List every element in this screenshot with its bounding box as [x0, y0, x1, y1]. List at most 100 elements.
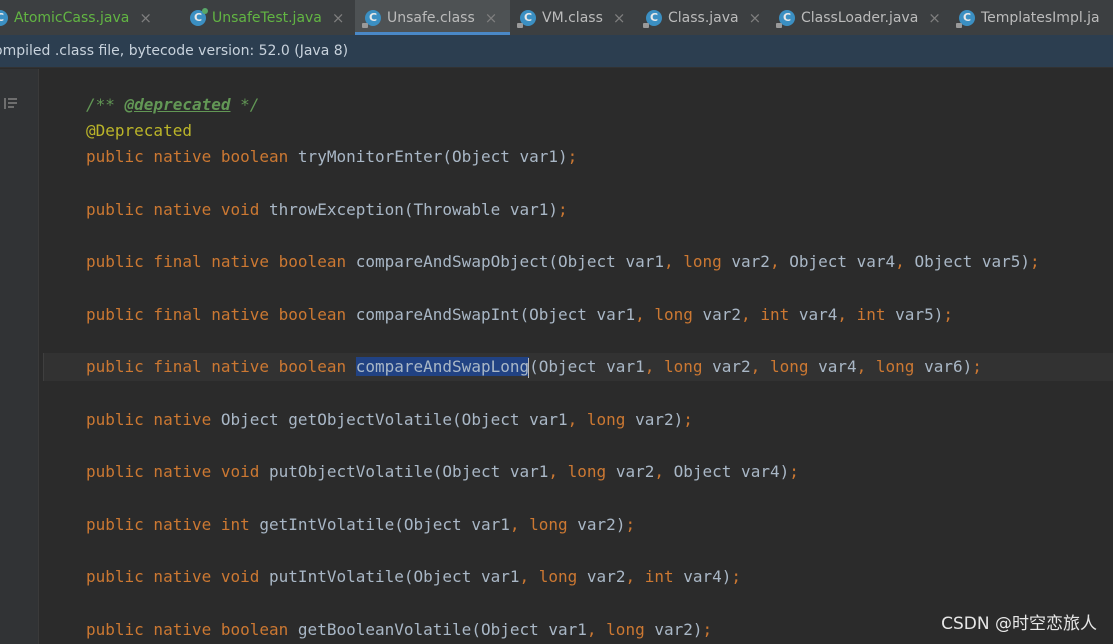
code-editor[interactable]: /** @deprecated */ @Deprecated public na…: [39, 69, 1113, 644]
method-name: compareAndSwapObject: [355, 252, 549, 271]
keywords: public final native boolean: [86, 305, 356, 324]
semicolon: ;: [943, 305, 953, 324]
comma: ,: [750, 357, 770, 376]
arg: var2): [635, 410, 684, 429]
tab-templatesimpl-java[interactable]: C TemplatesImpl.ja: [949, 0, 1113, 35]
reader-mode-icon-line: [8, 106, 14, 108]
java-class-icon: C: [643, 9, 662, 28]
tab-class-java[interactable]: C Class.java ×: [636, 0, 769, 35]
java-abstract-class-icon: C: [776, 9, 795, 28]
signature: putObjectVolatile(Object var1: [269, 462, 549, 481]
arg: (Object var1: [519, 305, 636, 324]
arg: (Object var1: [548, 252, 664, 271]
java-class-icon: C: [362, 9, 381, 28]
arg: var2): [654, 620, 703, 639]
arg: var4: [798, 305, 838, 324]
comma: ,: [586, 620, 607, 639]
close-icon[interactable]: ×: [485, 9, 498, 27]
decompiled-file-banner: ompiled .class file, bytecode version: 5…: [0, 35, 1113, 68]
reader-mode-icon-line: [8, 102, 17, 104]
comma: ,: [509, 515, 530, 534]
code-line: public native void putIntVolatile(Object…: [86, 565, 741, 589]
tab-classloader-java[interactable]: C ClassLoader.java ×: [769, 0, 949, 35]
arg: var2: [712, 357, 751, 376]
comma: ,: [567, 410, 587, 429]
code-line: public final native boolean compareAndSw…: [86, 250, 1040, 274]
comma: ,: [548, 462, 568, 481]
type-keyword: long: [606, 620, 655, 639]
signature: tryMonitorEnter(Object var1): [297, 147, 568, 166]
keywords: public native void: [86, 567, 270, 586]
comma: ,: [635, 305, 655, 324]
tab-label: AtomicCass.java: [14, 9, 130, 26]
banner-text: ompiled .class file, bytecode version: 5…: [0, 43, 349, 59]
arg: Object var4: [789, 252, 896, 271]
keywords: public native boolean: [86, 147, 298, 166]
arg: var6): [924, 357, 973, 376]
java-runnable-class-icon: C: [190, 7, 208, 26]
signature: getIntVolatile(Object var1: [259, 515, 510, 534]
editor-gutter: [0, 69, 39, 644]
code-line: public native boolean getBooleanVolatile…: [86, 618, 712, 642]
semicolon: ;: [683, 410, 693, 429]
semicolon: ;: [558, 200, 568, 219]
tab-atomiccass-java[interactable]: C AtomicCass.java ×: [0, 0, 180, 35]
code-line: public native boolean tryMonitorEnter(Ob…: [86, 145, 577, 169]
close-icon[interactable]: ×: [928, 9, 941, 27]
comma: ,: [895, 252, 915, 271]
type-keyword: long: [683, 252, 732, 271]
tab-label: UnsafeTest.java: [212, 9, 322, 26]
code-line: @Deprecated: [86, 119, 192, 143]
arg: var5): [895, 305, 944, 324]
semicolon: ;: [1030, 252, 1040, 271]
comma: ,: [644, 357, 664, 376]
comma: ,: [856, 357, 876, 376]
keywords: public final native boolean: [86, 357, 356, 376]
semicolon: ;: [625, 515, 636, 534]
close-icon[interactable]: ×: [613, 9, 626, 27]
code-line: public native void throwException(Throwa…: [86, 198, 568, 222]
arg: var2: [615, 462, 655, 481]
close-icon[interactable]: ×: [139, 9, 152, 27]
reader-mode-icon[interactable]: [4, 98, 17, 109]
tab-vm-class[interactable]: C VM.class ×: [510, 0, 636, 35]
semicolon: ;: [731, 567, 742, 586]
type-keyword: int: [856, 305, 896, 324]
java-class-icon: C: [0, 9, 8, 26]
reader-mode-icon-line: [8, 98, 17, 100]
tab-unsafe-class[interactable]: C Unsafe.class ×: [355, 0, 510, 35]
java-class-icon: C: [956, 9, 975, 28]
tab-label: Class.java: [668, 9, 739, 26]
arg: var4): [683, 567, 732, 586]
annotation: @Deprecated: [86, 121, 192, 140]
comma: ,: [519, 567, 539, 586]
keywords: public native void: [86, 200, 270, 219]
tab-label: VM.class: [542, 9, 603, 26]
comma: ,: [654, 462, 674, 481]
close-icon[interactable]: ×: [749, 9, 762, 27]
semicolon: ;: [567, 147, 578, 166]
type-keyword: int: [760, 305, 799, 324]
keywords: public native boolean: [86, 620, 298, 639]
code-line: public final native boolean compareAndSw…: [86, 355, 982, 379]
type-keyword: long: [538, 567, 587, 586]
arg: var2: [586, 567, 626, 586]
semicolon: ;: [789, 462, 799, 481]
signature: Object getObjectVolatile(Object var1: [220, 410, 568, 429]
comment: /**: [86, 95, 125, 114]
comma: ,: [769, 252, 790, 271]
close-icon[interactable]: ×: [332, 9, 345, 27]
comma: ,: [625, 567, 645, 586]
type-keyword: long: [567, 462, 616, 481]
java-class-icon: C: [517, 9, 536, 28]
code-line: public final native boolean compareAndSw…: [86, 303, 953, 327]
tab-label: ClassLoader.java: [801, 9, 919, 26]
tab-unsafetest-java[interactable]: C UnsafeTest.java ×: [180, 0, 355, 35]
tab-label: TemplatesImpl.ja: [981, 9, 1100, 26]
arg: var2): [577, 515, 626, 534]
keywords: public native: [86, 410, 221, 429]
selected-method-name[interactable]: compareAndSwapLong: [355, 357, 530, 376]
javadoc-tag: @deprecated: [124, 95, 231, 114]
semicolon: ;: [972, 357, 982, 376]
keywords: public native void: [86, 462, 270, 481]
